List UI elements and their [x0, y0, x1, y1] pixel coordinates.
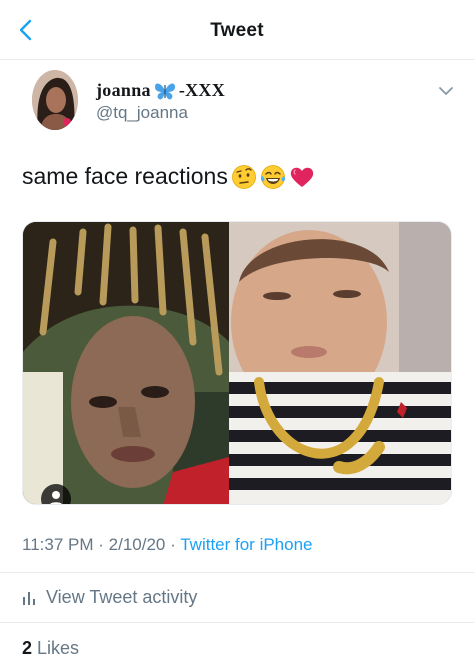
tweet-timestamp: 11:37 PM · 2/10/20 · Twitter for iPhone [22, 535, 313, 555]
media-image-right[interactable] [229, 222, 451, 504]
photo-man-with-dreadlocks [23, 222, 229, 504]
page-title: Tweet [210, 20, 264, 41]
alt-text-badge[interactable] [41, 484, 71, 504]
red-heart-icon [290, 167, 314, 187]
author-handle[interactable]: @tq_joanna [96, 103, 188, 123]
face-with-raised-eyebrow-icon [231, 164, 256, 189]
tweet-time: 11:37 PM [22, 535, 94, 554]
tweet-source-link[interactable]: Twitter for iPhone [180, 535, 312, 554]
avatar-photo [32, 70, 78, 130]
meta-separator-2: · [170, 535, 176, 554]
likes-number: 2 [22, 638, 33, 658]
media-image-left[interactable] [23, 222, 229, 504]
view-tweet-activity-button[interactable]: View Tweet activity [22, 584, 197, 610]
likes-count[interactable]: 2 Likes [22, 638, 79, 659]
tweet-date: 2/10/20 [108, 535, 166, 554]
divider [0, 572, 474, 573]
chevron-down-icon [439, 87, 453, 95]
activity-label: View Tweet activity [46, 586, 198, 607]
tweet-text: same face reactions [22, 163, 315, 190]
meta-separator: · [98, 535, 104, 554]
tweet-menu-button[interactable] [437, 84, 455, 98]
divider [0, 622, 474, 623]
likes-label: Likes [37, 638, 80, 658]
author-name-text: joanna [96, 80, 151, 100]
avatar[interactable] [32, 70, 78, 130]
face-with-tears-of-joy-icon [260, 164, 285, 189]
tweet-text-body: same face reactions [22, 163, 228, 189]
author-display-name[interactable]: joanna -XXX [96, 80, 225, 101]
navigation-header: Tweet [0, 0, 474, 60]
photo-baby-with-gold-chain [229, 222, 451, 504]
bar-chart-icon [23, 592, 35, 605]
person-icon [50, 491, 62, 504]
author-name-suffix: -XXX [178, 80, 226, 100]
blue-butterfly-icon [154, 83, 175, 99]
tweet-media[interactable] [22, 221, 452, 505]
